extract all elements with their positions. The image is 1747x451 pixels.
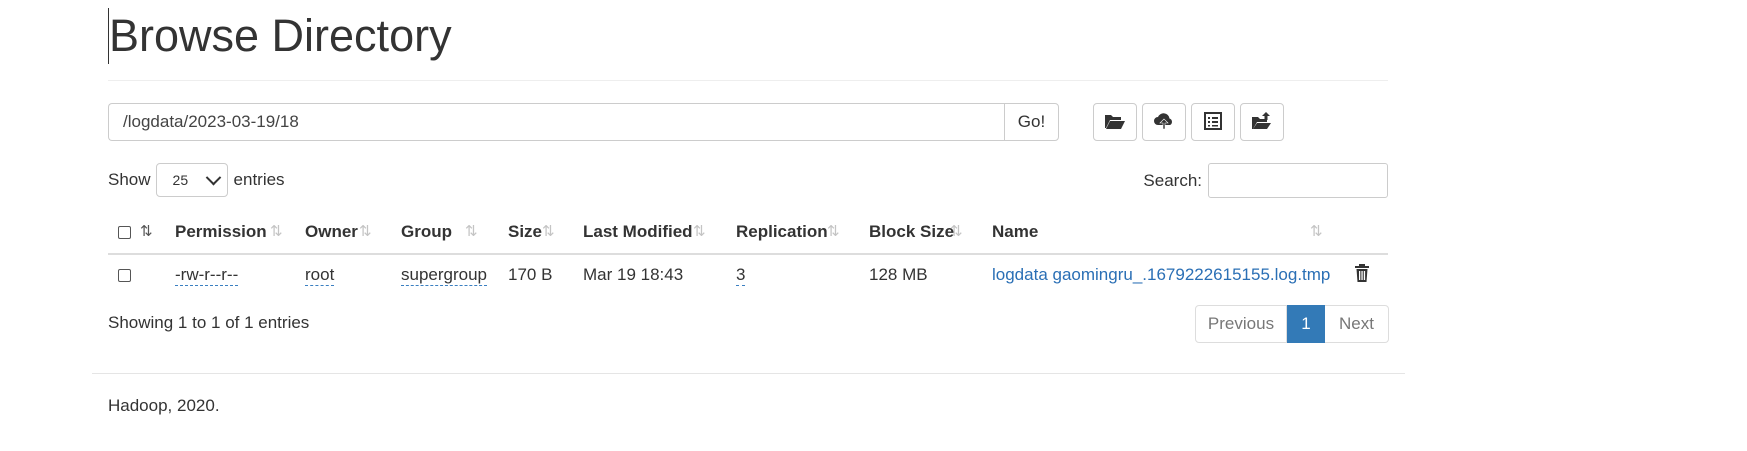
sort-icon: ⇅ bbox=[827, 223, 839, 240]
cell-replication: 3 bbox=[728, 254, 861, 295]
column-header-label: Size bbox=[508, 221, 543, 241]
cell-group: supergroup bbox=[393, 254, 500, 295]
path-bar: Go! bbox=[108, 103, 1059, 141]
select-all-checkbox[interactable] bbox=[118, 225, 131, 239]
go-button[interactable]: Go! bbox=[1004, 103, 1059, 141]
directory-path-input[interactable] bbox=[108, 103, 1004, 141]
toolbar bbox=[1093, 103, 1284, 141]
chevron-down-icon bbox=[205, 169, 221, 185]
previous-page-button[interactable]: Previous bbox=[1195, 305, 1287, 343]
sort-icon: ⇅ bbox=[359, 223, 371, 240]
cut-copy-list-button[interactable] bbox=[1191, 103, 1235, 141]
list-alt-icon bbox=[1202, 111, 1224, 134]
entries-per-page-value: 25 bbox=[172, 172, 189, 188]
group-value[interactable]: supergroup bbox=[401, 265, 488, 286]
column-header-label: Block Size bbox=[869, 221, 955, 241]
table-info: Showing 1 to 1 of 1 entries bbox=[108, 313, 310, 332]
entries-per-page-select[interactable]: 25 bbox=[155, 163, 228, 197]
paste-button[interactable] bbox=[1240, 103, 1284, 141]
replication-value[interactable]: 3 bbox=[736, 265, 746, 286]
cell-permission: -rw-r--r-- bbox=[140, 254, 297, 295]
sort-icon: ⇅ bbox=[270, 223, 282, 240]
cell-name: logdata gaomingru_.1679222615155.log.tmp bbox=[984, 254, 1332, 295]
column-header-label: Name bbox=[992, 221, 1039, 241]
file-name-link[interactable]: logdata gaomingru_.1679222615155.log.tmp bbox=[992, 265, 1330, 284]
sort-icon: ⇅ bbox=[465, 223, 477, 240]
show-label: Show bbox=[108, 170, 151, 189]
owner-value[interactable]: root bbox=[305, 265, 335, 286]
column-header-block-size[interactable]: Block Size ⇅ bbox=[861, 210, 984, 255]
next-page-button[interactable]: Next bbox=[1325, 305, 1389, 343]
cell-block-size: 128 MB bbox=[869, 265, 928, 284]
trash-icon[interactable] bbox=[1354, 263, 1370, 286]
column-header-size[interactable]: Size ⇅ bbox=[500, 210, 575, 255]
page-title: Browse Directory bbox=[108, 8, 452, 64]
divider bbox=[108, 80, 1388, 81]
sort-icon: ⇅ bbox=[1310, 223, 1322, 240]
upload-file-button[interactable] bbox=[1142, 103, 1186, 141]
cell-last-modified: Mar 19 18:43 bbox=[583, 265, 684, 284]
footer-text: Hadoop, 2020. bbox=[108, 396, 220, 415]
pagination: Previous 1 Next bbox=[1195, 305, 1389, 343]
sort-icon: ⇅ bbox=[693, 223, 705, 240]
permission-value[interactable]: -rw-r--r-- bbox=[175, 265, 239, 286]
column-header-last-modified[interactable]: Last Modified ⇅ bbox=[575, 210, 728, 255]
table-row: -rw-r--r-- root supergroup 170 B Mar 19 … bbox=[108, 254, 1388, 295]
entries-label: entries bbox=[233, 170, 285, 189]
table-header-row: ⇅ Permission ⇅ Owner ⇅ Group ⇅ Size ⇅ La… bbox=[108, 210, 1388, 255]
search-control: Search: bbox=[1143, 163, 1388, 198]
column-header-actions bbox=[1332, 210, 1388, 255]
cell-actions bbox=[1332, 254, 1388, 295]
page-1-button[interactable]: 1 bbox=[1287, 305, 1325, 343]
cell-size: 170 B bbox=[508, 265, 553, 284]
cloud-upload-icon bbox=[1153, 111, 1175, 134]
file-listing-table: ⇅ Permission ⇅ Owner ⇅ Group ⇅ Size ⇅ La… bbox=[108, 210, 1388, 295]
column-header-label: Owner bbox=[305, 221, 358, 241]
column-header-group[interactable]: Group ⇅ bbox=[393, 210, 500, 255]
column-header-label: Replication bbox=[736, 221, 828, 241]
column-header-label: Permission bbox=[175, 221, 267, 241]
cell-owner: root bbox=[297, 254, 393, 295]
column-header-label: Group bbox=[401, 221, 452, 241]
folder-upload-icon bbox=[1251, 111, 1273, 134]
search-label: Search: bbox=[1143, 170, 1202, 190]
entries-length-control: Show 25 entries bbox=[108, 163, 285, 197]
column-header-owner[interactable]: Owner ⇅ bbox=[297, 210, 393, 255]
column-header-permission[interactable]: Permission ⇅ bbox=[140, 210, 297, 255]
footer-divider bbox=[92, 373, 1405, 374]
column-header-label: Last Modified bbox=[583, 221, 693, 241]
select-all-header: ⇅ bbox=[108, 210, 152, 255]
column-header-replication[interactable]: Replication ⇅ bbox=[728, 210, 861, 255]
search-input[interactable] bbox=[1208, 163, 1388, 198]
column-header-name[interactable]: Name ⇅ bbox=[984, 210, 1332, 255]
row-select-cell bbox=[108, 254, 140, 295]
create-directory-button[interactable] bbox=[1093, 103, 1137, 141]
row-checkbox[interactable] bbox=[118, 269, 131, 283]
sort-icon: ⇅ bbox=[542, 223, 554, 240]
folder-open-icon bbox=[1104, 111, 1126, 134]
sort-icon: ⇅ bbox=[950, 223, 962, 240]
